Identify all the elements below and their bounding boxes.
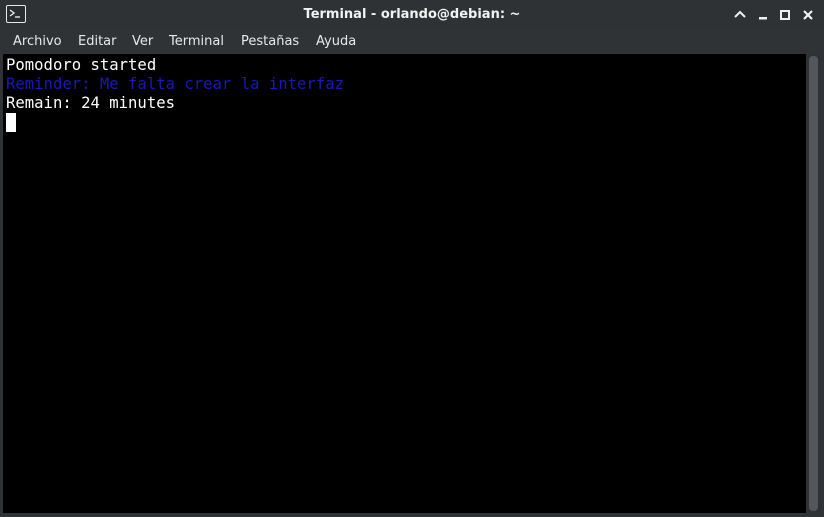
menu-archivo[interactable]: Archivo (13, 30, 62, 54)
minimize-icon[interactable] (755, 7, 771, 23)
menu-terminal[interactable]: Terminal (169, 30, 224, 54)
menu-bar: Archivo Editar Ver Terminal Pestañas Ayu… (0, 30, 824, 54)
prompt-line (6, 113, 806, 132)
vertical-scrollbar[interactable] (806, 54, 821, 513)
window-title: Terminal - orlando@debian: ~ (303, 7, 521, 22)
menu-editar[interactable]: Editar (78, 30, 117, 54)
close-icon[interactable] (800, 7, 816, 23)
menu-pestanas[interactable]: Pestañas (241, 30, 299, 54)
scrollbar-thumb[interactable] (809, 56, 818, 511)
title-bar[interactable]: Terminal - orlando@debian: ~ (0, 0, 824, 30)
terminal-line: Reminder: Me falta crear la interfaz (6, 75, 344, 93)
terminal-line: Remain: 24 minutes (6, 94, 175, 112)
terminal-output[interactable]: Pomodoro started Reminder: Me falta crea… (3, 54, 806, 513)
text-cursor (6, 113, 16, 132)
terminal-icon[interactable] (6, 5, 26, 23)
menu-ver[interactable]: Ver (132, 30, 153, 54)
terminal-line: Pomodoro started (6, 56, 157, 74)
chevron-up-icon[interactable] (732, 7, 748, 23)
window-border (0, 513, 824, 517)
terminal-window: Terminal - orlando@debian: ~ Archivo Edi… (0, 0, 824, 517)
maximize-icon[interactable] (777, 7, 793, 23)
menu-ayuda[interactable]: Ayuda (316, 30, 356, 54)
